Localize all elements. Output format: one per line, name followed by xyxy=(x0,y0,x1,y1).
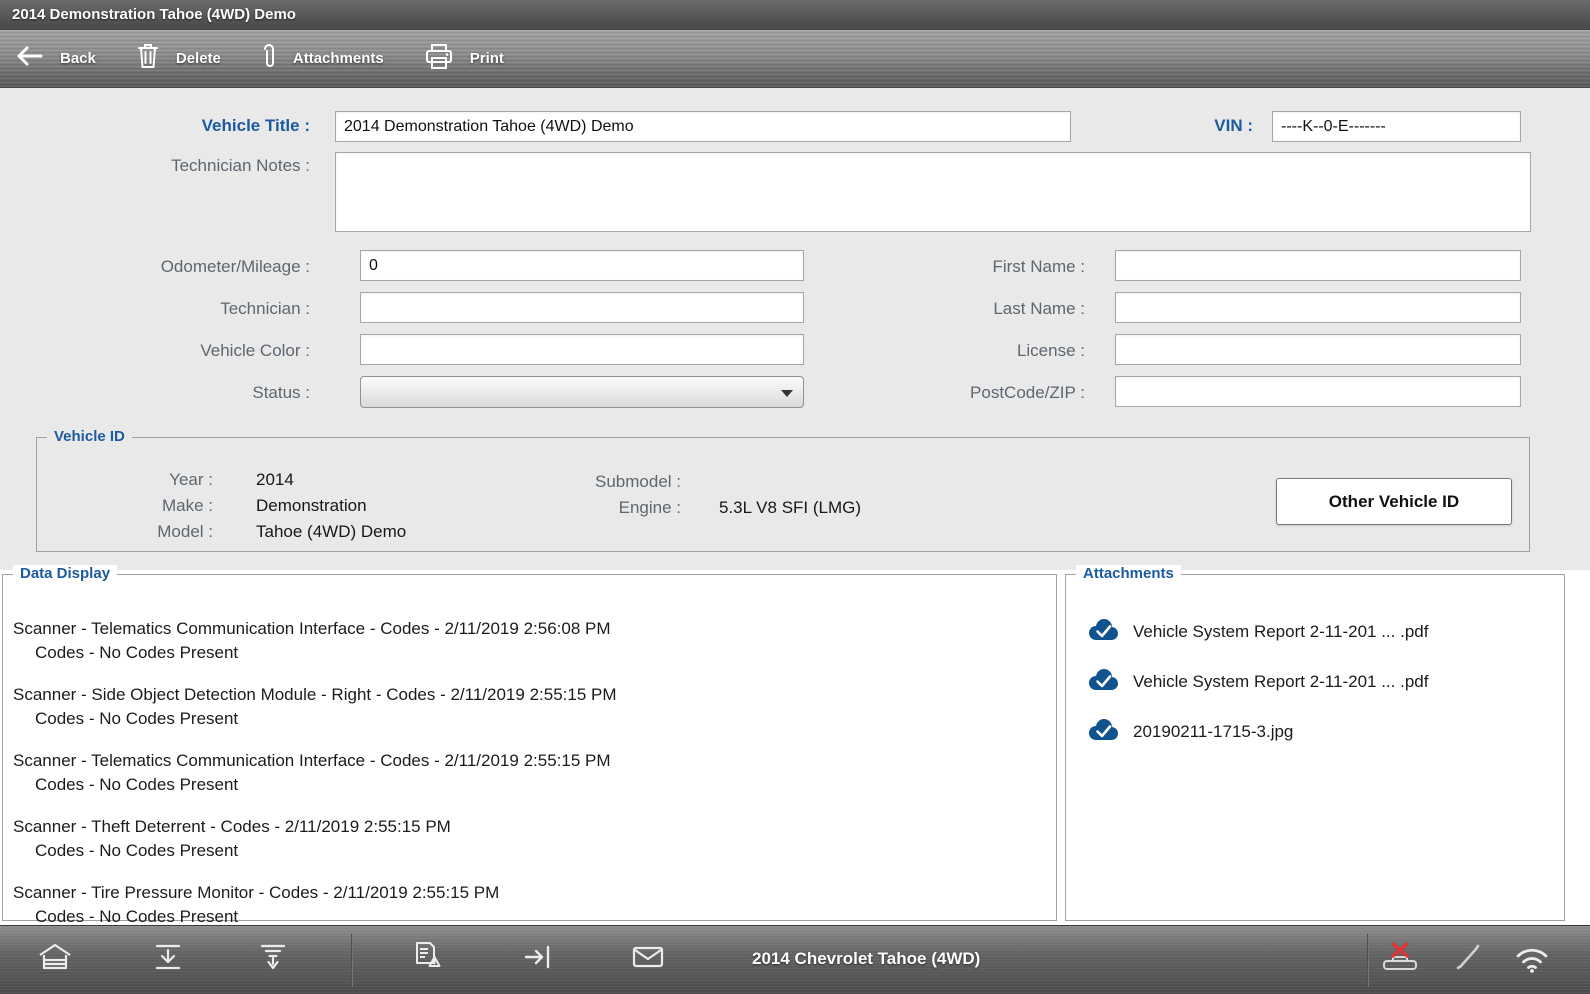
year-value: 2014 xyxy=(256,470,294,490)
vin-input[interactable] xyxy=(1272,111,1521,142)
dock-bottom-button[interactable] xyxy=(152,942,184,972)
status-dropdown-value xyxy=(361,383,369,400)
vehicle-title-label: Vehicle Title : xyxy=(100,116,310,136)
odometer-input[interactable] xyxy=(360,250,804,281)
attachment-item[interactable]: 20190211-1715-3.jpg xyxy=(1086,717,1293,747)
submodel-label: Submodel : xyxy=(531,472,681,492)
attachment-name: Vehicle System Report 2-11-201 ... .pdf xyxy=(1133,622,1428,642)
model-label: Model : xyxy=(103,522,213,542)
first-name-label: First Name : xyxy=(835,257,1085,277)
entry-title: Scanner - Side Object Detection Module -… xyxy=(13,685,1044,705)
attachment-name: 20190211-1715-3.jpg xyxy=(1133,722,1293,742)
technician-input[interactable] xyxy=(360,292,804,323)
entry-detail: Codes - No Codes Present xyxy=(13,907,1044,927)
trash-icon xyxy=(136,42,160,75)
vehicle-record-form: Vehicle Title : VIN : Technician Notes :… xyxy=(0,88,1590,570)
data-display-groupbox: Data Display Scanner - Telematics Commun… xyxy=(2,574,1057,921)
entry-title: Scanner - Theft Deterrent - Codes - 2/11… xyxy=(13,817,1044,837)
make-value: Demonstration xyxy=(256,496,367,516)
vehicle-id-legend: Vehicle ID xyxy=(47,428,132,446)
data-display-entry[interactable]: Scanner - Telematics Communication Inter… xyxy=(13,619,1044,663)
engine-value: 5.3L V8 SFI (LMG) xyxy=(719,498,861,518)
print-button[interactable]: Print xyxy=(424,43,504,75)
connection-error-icon xyxy=(1377,941,1423,973)
technician-notes-label: Technician Notes : xyxy=(60,156,310,176)
back-button[interactable]: Back xyxy=(14,45,96,72)
attachment-name: Vehicle System Report 2-11-201 ... .pdf xyxy=(1133,672,1428,692)
report-alert-button[interactable] xyxy=(412,941,444,971)
first-name-input[interactable] xyxy=(1115,250,1521,281)
technician-notes-input[interactable] xyxy=(335,152,1531,232)
engine-label: Engine : xyxy=(531,498,681,518)
entry-title: Scanner - Tire Pressure Monitor - Codes … xyxy=(13,883,1044,903)
window-titlebar: 2014 Demonstration Tahoe (4WD) Demo xyxy=(0,0,1590,30)
license-input[interactable] xyxy=(1115,334,1521,365)
other-vehicle-id-button[interactable]: Other Vehicle ID xyxy=(1276,478,1512,525)
active-vehicle-label: 2014 Chevrolet Tahoe (4WD) xyxy=(752,949,980,969)
last-name-label: Last Name : xyxy=(835,299,1085,319)
cloud-check-icon xyxy=(1086,617,1120,647)
attachments-legend: Attachments xyxy=(1076,565,1181,583)
back-label: Back xyxy=(60,50,96,67)
printer-icon xyxy=(424,43,454,75)
transfer-arrow-button[interactable] xyxy=(523,942,553,972)
top-toolbar: Back Delete Attachments Print xyxy=(0,30,1590,88)
bottom-toolbar: 2014 Chevrolet Tahoe (4WD) xyxy=(0,925,1590,994)
postcode-zip-label: PostCode/ZIP : xyxy=(835,383,1085,403)
home-button[interactable] xyxy=(37,942,73,972)
cloud-check-icon xyxy=(1086,717,1120,747)
status-label: Status : xyxy=(60,383,310,403)
vin-label: VIN : xyxy=(1140,116,1253,136)
entry-detail: Codes - No Codes Present xyxy=(13,709,1044,729)
entry-detail: Codes - No Codes Present xyxy=(13,775,1044,795)
technician-label: Technician : xyxy=(60,299,310,319)
model-value: Tahoe (4WD) Demo xyxy=(256,522,406,542)
vehicle-id-groupbox: Vehicle ID Year : 2014 Make : Demonstrat… xyxy=(36,437,1530,552)
entry-detail: Codes - No Codes Present xyxy=(13,643,1044,663)
entry-title: Scanner - Telematics Communication Inter… xyxy=(13,751,1044,771)
attachments-label: Attachments xyxy=(293,50,384,67)
status-dropdown[interactable] xyxy=(360,376,804,408)
year-label: Year : xyxy=(103,470,213,490)
back-arrow-icon xyxy=(14,45,44,72)
data-display-legend: Data Display xyxy=(13,565,117,583)
wifi-icon xyxy=(1511,943,1553,974)
funnel-down-button[interactable] xyxy=(257,942,289,972)
entry-detail: Codes - No Codes Present xyxy=(13,841,1044,861)
envelope-button[interactable] xyxy=(631,944,665,970)
last-name-input[interactable] xyxy=(1115,292,1521,323)
entry-title: Scanner - Telematics Communication Inter… xyxy=(13,619,1044,639)
attachments-button[interactable]: Attachments xyxy=(261,41,384,76)
stylus-icon xyxy=(1453,941,1483,971)
delete-button[interactable]: Delete xyxy=(136,42,221,75)
attachments-groupbox: Attachments Vehicle System Report 2-11-2… xyxy=(1065,574,1565,921)
data-display-entry[interactable]: Scanner - Tire Pressure Monitor - Codes … xyxy=(13,883,1044,927)
data-display-entry[interactable]: Scanner - Side Object Detection Module -… xyxy=(13,685,1044,729)
cloud-check-icon xyxy=(1086,667,1120,697)
app-window: 2014 Demonstration Tahoe (4WD) Demo Back… xyxy=(0,0,1590,994)
lower-panels: Data Display Scanner - Telematics Commun… xyxy=(0,570,1590,925)
vehicle-color-input[interactable] xyxy=(360,334,804,365)
data-display-entry[interactable]: Scanner - Theft Deterrent - Codes - 2/11… xyxy=(13,817,1044,861)
window-title: 2014 Demonstration Tahoe (4WD) Demo xyxy=(12,6,296,23)
data-display-entry[interactable]: Scanner - Telematics Communication Inter… xyxy=(13,751,1044,795)
make-label: Make : xyxy=(103,496,213,516)
print-label: Print xyxy=(470,50,504,67)
attachment-item[interactable]: Vehicle System Report 2-11-201 ... .pdf xyxy=(1086,617,1428,647)
postcode-zip-input[interactable] xyxy=(1115,376,1521,407)
license-label: License : xyxy=(835,341,1085,361)
paperclip-icon xyxy=(261,41,277,76)
odometer-label: Odometer/Mileage : xyxy=(60,257,310,277)
delete-label: Delete xyxy=(176,50,221,67)
vehicle-color-label: Vehicle Color : xyxy=(60,341,310,361)
chevron-down-icon xyxy=(781,390,793,397)
toolbar-divider xyxy=(351,934,353,987)
attachment-item[interactable]: Vehicle System Report 2-11-201 ... .pdf xyxy=(1086,667,1428,697)
vehicle-title-input[interactable] xyxy=(335,111,1071,142)
toolbar-divider xyxy=(1367,934,1369,987)
